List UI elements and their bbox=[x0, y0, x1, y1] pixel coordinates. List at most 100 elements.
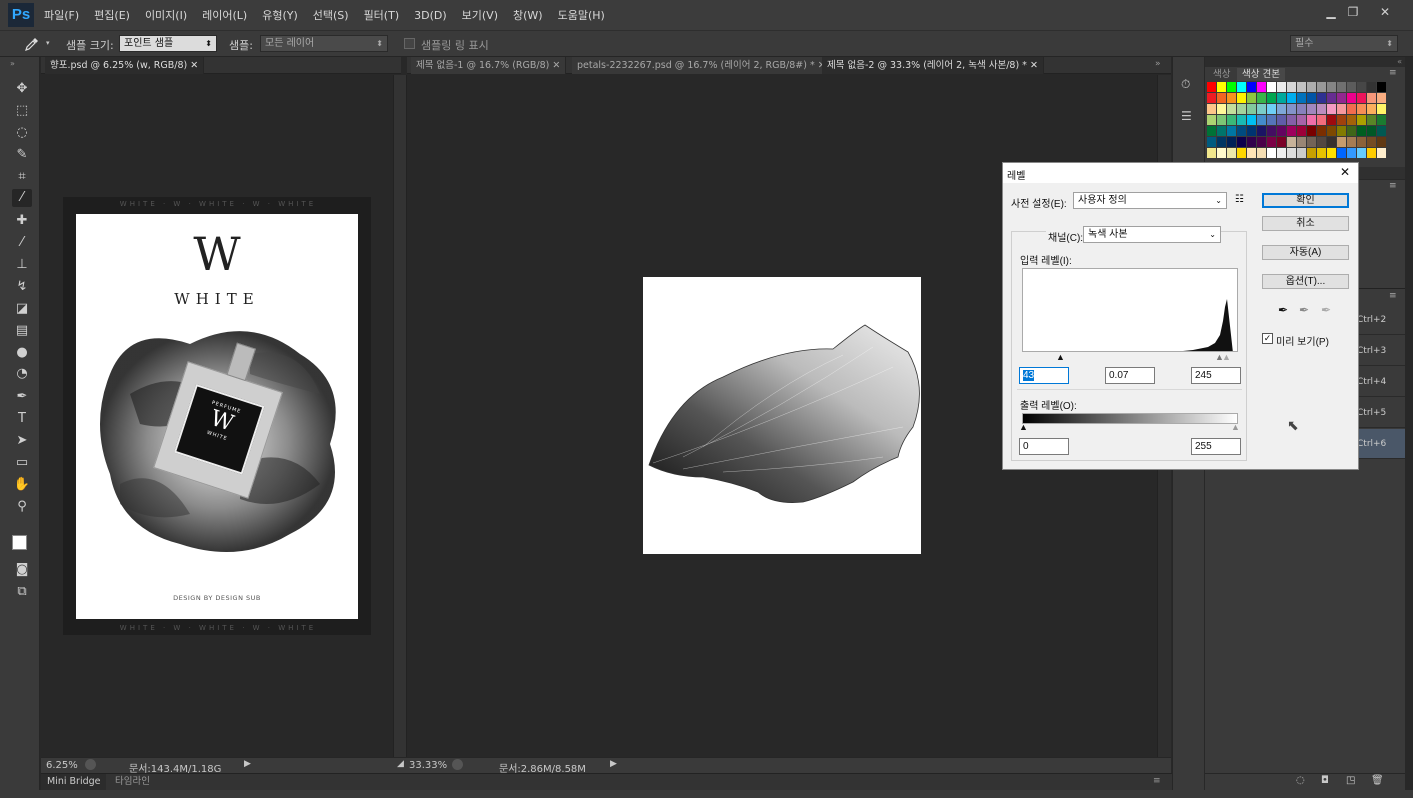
output-black-slider[interactable]: ▲ bbox=[1019, 422, 1028, 432]
shape-tool-icon[interactable]: ▭ bbox=[12, 454, 32, 472]
input-gamma-field[interactable]: 0.07 bbox=[1105, 367, 1155, 384]
swatch[interactable] bbox=[1367, 104, 1376, 114]
output-white-field[interactable]: 255 bbox=[1191, 438, 1241, 455]
swatch[interactable] bbox=[1367, 137, 1376, 147]
zoom-tool-icon[interactable]: ⚲ bbox=[12, 498, 32, 516]
close-tab-icon[interactable]: ✕ bbox=[549, 60, 560, 71]
swatch[interactable] bbox=[1237, 82, 1246, 92]
collapse-icon[interactable]: » bbox=[10, 59, 15, 68]
swatch[interactable] bbox=[1357, 148, 1366, 158]
swatch[interactable] bbox=[1377, 93, 1386, 103]
tab-swatches[interactable]: 색상 견본 bbox=[1237, 68, 1285, 81]
swatch[interactable] bbox=[1297, 126, 1306, 136]
swatch[interactable] bbox=[1377, 82, 1386, 92]
swatch[interactable] bbox=[1257, 93, 1266, 103]
swatch[interactable] bbox=[1307, 93, 1316, 103]
swatch[interactable] bbox=[1317, 126, 1326, 136]
swatch[interactable] bbox=[1347, 115, 1356, 125]
menu-item-1[interactable]: 편집(E) bbox=[94, 7, 130, 23]
swatch[interactable] bbox=[1267, 82, 1276, 92]
swatch[interactable] bbox=[1257, 104, 1266, 114]
swatch[interactable] bbox=[1217, 137, 1226, 147]
swatch[interactable] bbox=[1357, 137, 1366, 147]
swatch[interactable] bbox=[1217, 104, 1226, 114]
swatch[interactable] bbox=[1247, 93, 1256, 103]
white-point-slider[interactable]: ▲ bbox=[1222, 352, 1231, 362]
swatch[interactable] bbox=[1347, 137, 1356, 147]
tool-preset-chevron-icon[interactable]: ▾ bbox=[46, 39, 50, 47]
swatch[interactable] bbox=[1337, 137, 1346, 147]
menu-item-5[interactable]: 선택(S) bbox=[313, 7, 349, 23]
type-tool-icon[interactable]: T bbox=[12, 410, 32, 428]
swatch[interactable] bbox=[1327, 104, 1336, 114]
eyedropper-icon[interactable] bbox=[24, 36, 40, 52]
panel-menu-icon[interactable]: ≡ bbox=[1389, 68, 1397, 78]
swatch[interactable] bbox=[1327, 82, 1336, 92]
blur-tool-icon[interactable]: ● bbox=[12, 344, 32, 362]
black-point-slider[interactable]: ▲ bbox=[1056, 352, 1065, 362]
tab-document-2[interactable]: 제목 없음-2 @ 33.3% (레이어 2, 녹색 사본/8) * ✕ bbox=[822, 57, 1044, 74]
swatch[interactable] bbox=[1257, 137, 1266, 147]
swatch[interactable] bbox=[1247, 137, 1256, 147]
swatch[interactable] bbox=[1237, 126, 1246, 136]
status-arrow-icon[interactable]: ▶ bbox=[610, 759, 617, 769]
panel-menu-icon[interactable]: ≡ bbox=[1389, 291, 1397, 301]
menu-item-9[interactable]: 창(W) bbox=[513, 7, 543, 23]
swatch[interactable] bbox=[1307, 126, 1316, 136]
swatch[interactable] bbox=[1327, 115, 1336, 125]
swatch[interactable] bbox=[1297, 115, 1306, 125]
swatch[interactable] bbox=[1347, 104, 1356, 114]
sample-size-select[interactable]: 포인트 샘플 ⬍ bbox=[119, 35, 217, 52]
swatch[interactable] bbox=[1357, 115, 1366, 125]
swatch[interactable] bbox=[1257, 148, 1266, 158]
swatch-grid[interactable] bbox=[1207, 82, 1387, 158]
left-canvas-area[interactable]: WHITE · W · WHITE · W · WHITE WHITE · W … bbox=[41, 75, 393, 757]
swatch[interactable] bbox=[1227, 126, 1236, 136]
swatch[interactable] bbox=[1347, 148, 1356, 158]
swatch[interactable] bbox=[1377, 104, 1386, 114]
black-eyedropper-icon[interactable]: ✒ bbox=[1278, 303, 1288, 317]
lasso-tool-icon[interactable]: ◌ bbox=[12, 124, 32, 142]
swatch[interactable] bbox=[1337, 93, 1346, 103]
swatch[interactable] bbox=[1247, 148, 1256, 158]
swatch[interactable] bbox=[1327, 148, 1336, 158]
swatch[interactable] bbox=[1237, 115, 1246, 125]
menu-item-3[interactable]: 레이어(L) bbox=[202, 7, 247, 23]
swatch[interactable] bbox=[1297, 93, 1306, 103]
dodge-tool-icon[interactable]: ◔ bbox=[12, 365, 32, 383]
eraser-tool-icon[interactable]: ◪ bbox=[12, 300, 32, 318]
swatch[interactable] bbox=[1307, 148, 1316, 158]
dialog-close-icon[interactable]: ✕ bbox=[1340, 165, 1350, 179]
swatch[interactable] bbox=[1237, 93, 1246, 103]
swatch[interactable] bbox=[1297, 82, 1306, 92]
swatch[interactable] bbox=[1367, 115, 1376, 125]
swatch[interactable] bbox=[1267, 137, 1276, 147]
clone-stamp-tool-icon[interactable]: ⊥ bbox=[12, 256, 32, 274]
swatch[interactable] bbox=[1287, 148, 1296, 158]
restore-button[interactable]: ❐ bbox=[1340, 4, 1366, 20]
swatch[interactable] bbox=[1217, 126, 1226, 136]
history-brush-tool-icon[interactable]: ↯ bbox=[12, 278, 32, 296]
left-zoom[interactable]: 6.25% bbox=[46, 760, 78, 771]
swatch[interactable] bbox=[1337, 148, 1346, 158]
doc-info-icon[interactable] bbox=[85, 759, 96, 770]
quick-select-tool-icon[interactable]: ✎ bbox=[12, 146, 32, 164]
photoshop-logo[interactable]: Ps bbox=[8, 3, 34, 27]
swatch[interactable] bbox=[1297, 104, 1306, 114]
move-tool-icon[interactable]: ✥ bbox=[12, 80, 32, 98]
white-eyedropper-icon[interactable]: ✒ bbox=[1321, 303, 1331, 317]
gray-eyedropper-icon[interactable]: ✒ bbox=[1299, 303, 1309, 317]
menu-item-8[interactable]: 보기(V) bbox=[462, 7, 498, 23]
tab-color[interactable]: 색상 bbox=[1209, 68, 1234, 81]
swatch[interactable] bbox=[1247, 82, 1256, 92]
properties-panel-icon[interactable]: ☰ bbox=[1181, 109, 1192, 123]
new-channel-icon[interactable]: ◳ bbox=[1346, 775, 1355, 786]
options-button[interactable]: 옵션(T)... bbox=[1262, 274, 1349, 289]
swatch[interactable] bbox=[1317, 104, 1326, 114]
pen-tool-icon[interactable]: ✒ bbox=[12, 388, 32, 406]
swatch[interactable] bbox=[1227, 104, 1236, 114]
menu-item-7[interactable]: 3D(D) bbox=[414, 9, 447, 22]
path-select-tool-icon[interactable]: ➤ bbox=[12, 432, 32, 450]
trash-icon[interactable]: 🗑 bbox=[1371, 775, 1384, 786]
swatch[interactable] bbox=[1227, 148, 1236, 158]
